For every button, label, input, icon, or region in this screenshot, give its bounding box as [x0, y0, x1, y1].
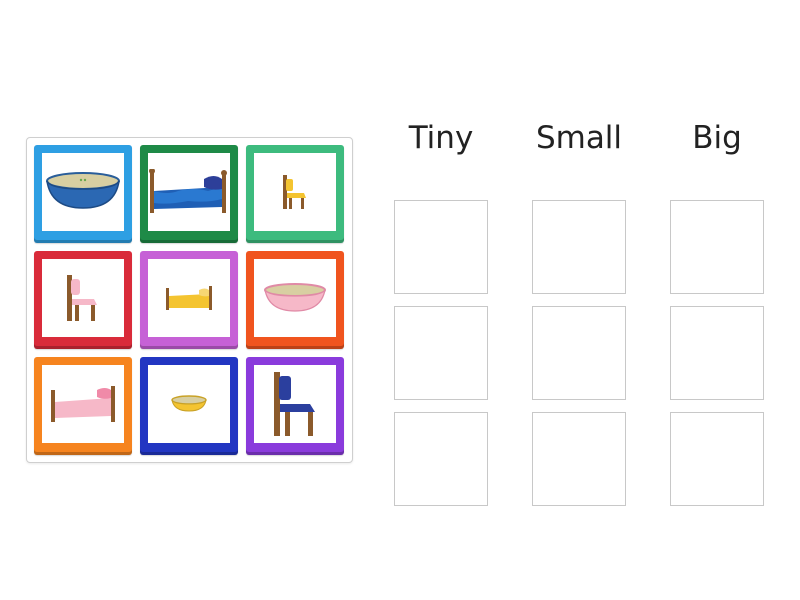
bed-icon	[51, 386, 115, 422]
drop-slot-tiny-1[interactable]	[394, 200, 488, 294]
bed-icon	[166, 286, 212, 310]
column-header-small: Small	[535, 120, 623, 156]
card-tiny-bed[interactable]	[140, 251, 238, 349]
chair-icon	[67, 275, 97, 321]
card-small-bed[interactable]	[140, 145, 238, 243]
card-big-chair[interactable]	[246, 357, 344, 455]
bed-icon	[149, 169, 227, 213]
card-big-bowl[interactable]	[34, 145, 132, 243]
drop-slot-big-3[interactable]	[670, 412, 764, 506]
card-big-bed[interactable]	[34, 357, 132, 455]
bowl-icon	[171, 395, 207, 412]
group-sort-activity: Tiny Small Big	[0, 0, 800, 600]
bowl-icon	[264, 283, 326, 312]
card-small-bowl[interactable]	[246, 251, 344, 349]
drop-slot-small-1[interactable]	[532, 200, 626, 294]
drop-slot-big-2[interactable]	[670, 306, 764, 400]
card-tray	[26, 137, 353, 463]
drop-slot-small-3[interactable]	[532, 412, 626, 506]
card-tiny-chair[interactable]	[246, 145, 344, 243]
column-header-tiny: Tiny	[408, 120, 474, 156]
drop-slot-small-2[interactable]	[532, 306, 626, 400]
chair-icon	[283, 175, 306, 209]
drop-slot-tiny-2[interactable]	[394, 306, 488, 400]
bowl-icon	[46, 172, 120, 209]
column-header-big: Big	[692, 120, 742, 156]
drop-slot-tiny-3[interactable]	[394, 412, 488, 506]
card-small-chair[interactable]	[34, 251, 132, 349]
chair-icon	[274, 372, 315, 436]
card-tiny-bowl[interactable]	[140, 357, 238, 455]
drop-slot-big-1[interactable]	[670, 200, 764, 294]
